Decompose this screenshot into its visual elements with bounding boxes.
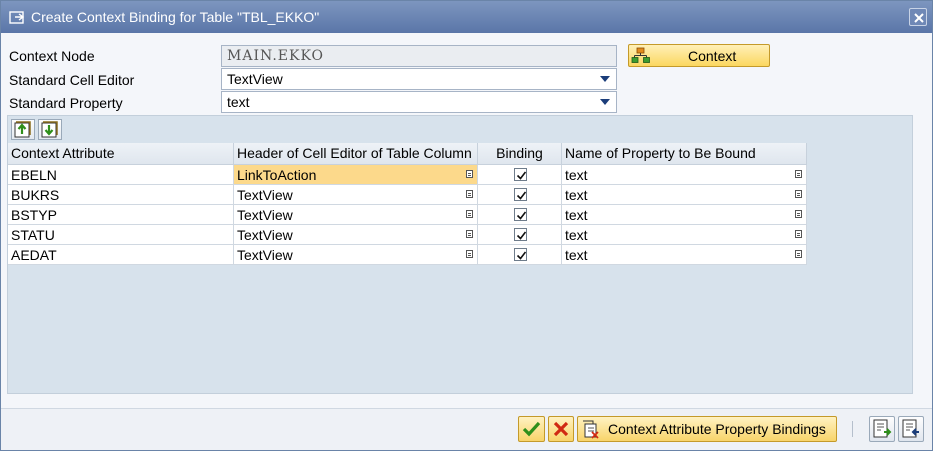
cell-binding	[478, 165, 562, 185]
cell-property-input[interactable]: text	[562, 205, 807, 225]
context-hierarchy-icon	[631, 47, 651, 64]
load-template-icon	[902, 419, 919, 438]
cancel-button[interactable]	[548, 416, 574, 442]
save-template-button[interactable]	[869, 416, 895, 442]
cell-editor-value: LinkToAction	[237, 167, 317, 183]
checkmark-icon	[516, 211, 527, 220]
value-help-icon[interactable]	[795, 230, 802, 238]
binding-checkbox[interactable]	[514, 248, 527, 261]
cell-editor-dropdown[interactable]: TextView	[221, 68, 617, 90]
cell-binding	[478, 185, 562, 205]
chevron-down-icon[interactable]	[600, 76, 610, 82]
cell-attribute: STATU	[8, 225, 234, 245]
window-icon	[9, 9, 25, 25]
deselect-all-button[interactable]	[38, 119, 62, 140]
property-value: text	[227, 94, 250, 110]
cell-editor-value: TextView	[227, 71, 283, 87]
binding-checkbox[interactable]	[514, 188, 527, 201]
toolbar-separator	[852, 421, 853, 437]
cell-editor-label: Standard Cell Editor	[9, 72, 135, 88]
cell-property-value: text	[565, 207, 588, 223]
checkmark-icon	[516, 191, 527, 200]
confirm-button[interactable]	[518, 416, 545, 442]
col-header-property[interactable]: Name of Property to Be Bound	[562, 143, 807, 165]
checkmark-icon	[516, 171, 527, 180]
dialog-title: Create Context Binding for Table "TBL_EK…	[31, 9, 320, 25]
value-help-icon[interactable]	[466, 210, 473, 218]
value-help-icon[interactable]	[466, 250, 473, 258]
cell-editor-input[interactable]: TextView	[234, 185, 478, 205]
value-help-icon[interactable]	[795, 210, 802, 218]
context-node-label: Context Node	[9, 48, 95, 64]
cell-property-value: text	[565, 247, 588, 263]
cell-attribute: BSTYP	[8, 205, 234, 225]
value-help-icon[interactable]	[466, 230, 473, 238]
cell-property-input[interactable]: text	[562, 185, 807, 205]
dialog-content: Context Node MAIN.EKKO Context Standard …	[1, 33, 932, 408]
context-attribute-bindings-button[interactable]: Context Attribute Property Bindings	[577, 416, 837, 442]
cell-editor-value: TextView	[237, 227, 293, 243]
property-dropdown[interactable]: text	[221, 91, 617, 113]
load-template-button[interactable]	[898, 416, 924, 442]
cell-attribute: AEDAT	[8, 245, 234, 265]
deselect-all-icon	[41, 121, 58, 138]
binding-checkbox[interactable]	[514, 168, 527, 181]
checkmark-icon	[522, 421, 541, 437]
cell-attribute: BUKRS	[8, 185, 234, 205]
cell-property-input[interactable]: text	[562, 225, 807, 245]
title-bar: Create Context Binding for Table "TBL_EK…	[1, 1, 932, 33]
cell-binding	[478, 205, 562, 225]
save-template-icon	[873, 419, 892, 438]
col-header-binding[interactable]: Binding	[478, 143, 562, 165]
context-node-field: MAIN.EKKO	[221, 45, 617, 67]
dialog-footer: Context Attribute Property Bindings	[1, 408, 932, 450]
value-help-icon[interactable]	[466, 190, 473, 198]
close-icon	[914, 13, 924, 23]
select-all-button[interactable]	[11, 119, 35, 140]
cell-editor-value: TextView	[237, 207, 293, 223]
binding-checkbox[interactable]	[514, 228, 527, 241]
context-button[interactable]: Context	[628, 44, 770, 67]
select-all-icon	[14, 121, 31, 138]
dialog-window: Create Context Binding for Table "TBL_EK…	[0, 0, 933, 451]
cell-property-value: text	[565, 187, 588, 203]
cell-attribute: EBELN	[8, 165, 234, 185]
col-header-editor[interactable]: Header of Cell Editor of Table Column	[234, 143, 478, 165]
cell-editor-value: TextView	[237, 247, 293, 263]
cell-property-input[interactable]: text	[562, 245, 807, 265]
property-label: Standard Property	[9, 95, 123, 111]
cell-binding	[478, 245, 562, 265]
value-help-icon[interactable]	[795, 170, 802, 178]
value-help-icon[interactable]	[795, 190, 802, 198]
checkmark-icon	[516, 231, 527, 240]
context-button-label: Context	[688, 48, 737, 64]
cell-editor-input[interactable]: TextView	[234, 225, 478, 245]
cell-editor-input[interactable]: TextView	[234, 245, 478, 265]
cell-property-value: text	[565, 167, 588, 183]
binding-checkbox[interactable]	[514, 208, 527, 221]
col-header-attribute[interactable]: Context Attribute	[8, 143, 234, 165]
cell-editor-value: TextView	[237, 187, 293, 203]
bindings-button-label: Context Attribute Property Bindings	[608, 421, 826, 437]
chevron-down-icon[interactable]	[600, 99, 610, 105]
value-help-icon[interactable]	[466, 170, 473, 178]
cell-editor-input[interactable]: LinkToAction	[234, 165, 478, 185]
close-button[interactable]	[909, 8, 927, 26]
bindings-icon	[583, 420, 599, 439]
cell-property-value: text	[565, 227, 588, 243]
cell-property-input[interactable]: text	[562, 165, 807, 185]
value-help-icon[interactable]	[795, 250, 802, 258]
cancel-icon	[553, 421, 569, 437]
binding-table-panel: Context Attribute Header of Cell Editor …	[7, 115, 913, 394]
checkmark-icon	[516, 251, 527, 260]
cell-binding	[478, 225, 562, 245]
cell-editor-input[interactable]: TextView	[234, 205, 478, 225]
